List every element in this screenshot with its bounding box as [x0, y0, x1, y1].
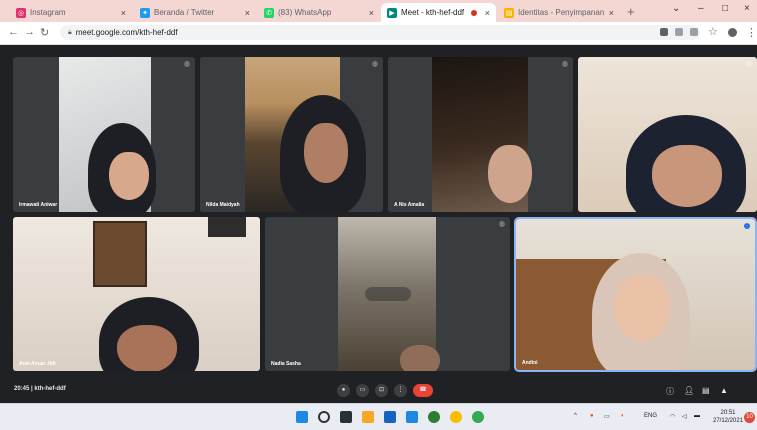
- participant-tile[interactable]: ⋮ Nilda Maidyah: [200, 57, 383, 212]
- system-clock[interactable]: 20:51 27/12/2021: [713, 409, 743, 425]
- file-explorer-icon[interactable]: [362, 411, 374, 423]
- speaking-indicator-icon: ⋮: [744, 223, 750, 229]
- store-icon[interactable]: [384, 411, 396, 423]
- participant-name: Anis Anuar Jidi: [19, 361, 56, 367]
- menu-icon[interactable]: ⋮: [746, 26, 757, 39]
- profile-avatar[interactable]: [728, 28, 737, 37]
- lock-icon: 🔒︎: [68, 28, 72, 36]
- meet-icon: ▶: [387, 7, 397, 18]
- chevron-up-icon[interactable]: ^: [574, 413, 577, 419]
- clock-time: 20:51: [720, 410, 736, 416]
- camera-indicator-icon[interactable]: [660, 28, 668, 36]
- chrome-profile-icon[interactable]: [472, 411, 484, 423]
- search-icon[interactable]: [318, 411, 330, 423]
- chat-icon[interactable]: ▤: [702, 386, 710, 395]
- mic-muted-icon: ⋮: [562, 61, 568, 67]
- participant-name: Irmawati Aniwar: [19, 202, 58, 208]
- tab-twitter[interactable]: ✦ Beranda / Twitter ×: [134, 3, 256, 22]
- app-tray-icon[interactable]: ●: [590, 413, 594, 419]
- tab-strip: ◎ Instagram × ✦ Beranda / Twitter × ✆ (8…: [0, 0, 757, 22]
- meet-control-bar: 20:45 | kth-hef-ddf ● ▭ ⊡ ⋮ ☎ ⓘ 👤︎ ▤ ▲: [0, 377, 757, 403]
- separator: |: [31, 386, 33, 392]
- tab-title: Instagram: [30, 8, 66, 17]
- more-options-button[interactable]: ⋮: [394, 384, 407, 397]
- window-close-button[interactable]: ×: [744, 3, 750, 14]
- participant-tile[interactable]: ⋮ A Nis Amalia: [388, 57, 573, 212]
- mic-muted-icon: ⋮: [746, 61, 752, 67]
- url-text: meet.google.com/kth-hef-ddf: [75, 28, 178, 37]
- participant-tile[interactable]: ⋮: [578, 57, 757, 212]
- people-icon[interactable]: 👤︎: [684, 386, 694, 395]
- recording-dot-icon: [470, 9, 477, 16]
- participant-name: Nilda Maidyah: [206, 202, 240, 208]
- wall-frame: [93, 221, 147, 287]
- participant-name: A Nis Amalia: [394, 202, 425, 208]
- close-icon[interactable]: ×: [485, 8, 490, 18]
- participant-tile[interactable]: Anis Anuar Jidi: [13, 217, 260, 371]
- tab-instagram[interactable]: ◎ Instagram ×: [10, 3, 132, 22]
- whatsapp-icon: ✆: [264, 7, 274, 18]
- tab-identitas[interactable]: ▤ Identitas - Penyimpanan Dar ×: [498, 3, 620, 22]
- close-icon[interactable]: ×: [369, 8, 374, 18]
- tab-title: (83) WhatsApp: [278, 8, 332, 17]
- tab-title: Identitas - Penyimpanan Dar: [518, 8, 605, 17]
- battery-icon[interactable]: ▭: [604, 413, 610, 420]
- language-indicator[interactable]: ENG: [644, 413, 657, 419]
- meeting-time: 20:45: [14, 386, 30, 392]
- maximize-button[interactable]: □: [722, 3, 728, 14]
- forward-icon[interactable]: →: [24, 26, 35, 38]
- participant-name: Andini: [522, 360, 538, 366]
- windows-taskbar: ^ ● ▭ ◐ ENG ◠ ◁ ▬ 20:51 27/12/2021 10: [0, 403, 757, 430]
- zoom-icon[interactable]: [675, 28, 683, 36]
- start-icon[interactable]: [296, 411, 308, 423]
- new-tab-button[interactable]: +: [627, 4, 635, 19]
- browser-toolbar: ← → ↻ 🔒︎ meet.google.com/kth-hef-ddf ☆ ⋮: [0, 22, 757, 45]
- address-bar[interactable]: 🔒︎ meet.google.com/kth-hef-ddf: [60, 25, 700, 40]
- clock-date: 27/12/2021: [713, 418, 744, 424]
- close-icon[interactable]: ×: [245, 8, 250, 18]
- meeting-info: 20:45 | kth-hef-ddf: [14, 386, 66, 392]
- notification-badge[interactable]: 10: [744, 412, 755, 423]
- bookmark-star-icon[interactable]: ☆: [708, 25, 718, 38]
- instagram-icon: ◎: [16, 7, 26, 18]
- close-icon[interactable]: ×: [609, 8, 614, 18]
- back-icon[interactable]: ←: [8, 26, 19, 38]
- wifi-icon[interactable]: ◠: [670, 413, 675, 420]
- meeting-code: kth-hef-ddf: [34, 386, 66, 392]
- tab-title: Meet - kth-hef-ddf: [401, 8, 465, 17]
- participant-name: Nadia Sasha: [271, 361, 301, 367]
- video-controls-overlay: [365, 287, 411, 301]
- tab-meet[interactable]: ▶ Meet - kth-hef-ddf ×: [381, 3, 496, 22]
- share-icon[interactable]: [690, 28, 698, 36]
- close-icon[interactable]: ×: [121, 8, 126, 18]
- participant-tile[interactable]: ⋮ Nadia Sasha: [265, 217, 510, 371]
- mic-muted-icon: ⋮: [184, 61, 190, 67]
- chrome-icon[interactable]: [450, 411, 462, 423]
- activities-icon[interactable]: ▲: [720, 386, 728, 395]
- chevron-down-icon[interactable]: ⌄: [672, 3, 680, 14]
- present-screen-button[interactable]: ⊡: [375, 384, 388, 397]
- minimize-button[interactable]: –: [698, 3, 704, 14]
- mic-button[interactable]: ●: [337, 384, 350, 397]
- participant-tile-active-speaker[interactable]: ⋮ Andini: [514, 217, 757, 372]
- camera-button[interactable]: ▭: [356, 384, 369, 397]
- document-icon: ▤: [504, 7, 514, 18]
- volume-icon[interactable]: ◁: [682, 413, 687, 420]
- info-icon[interactable]: ⓘ: [666, 386, 674, 397]
- task-view-icon[interactable]: [340, 411, 352, 423]
- power-icon[interactable]: ▬: [694, 413, 700, 419]
- twitter-icon: ✦: [140, 7, 150, 18]
- mic-muted-icon: ⋮: [372, 61, 378, 67]
- reload-icon[interactable]: ↻: [40, 26, 49, 39]
- participant-tile[interactable]: ⋮ Irmawati Aniwar: [13, 57, 195, 212]
- tab-whatsapp[interactable]: ✆ (83) WhatsApp ×: [258, 3, 380, 22]
- end-call-button[interactable]: ☎: [413, 384, 433, 397]
- mic-muted-icon: ⋮: [499, 221, 505, 227]
- whatsapp-app-icon[interactable]: [428, 411, 440, 423]
- tab-title: Beranda / Twitter: [154, 8, 215, 17]
- mail-icon[interactable]: [406, 411, 418, 423]
- tray-app-icon[interactable]: ◐: [621, 413, 625, 419]
